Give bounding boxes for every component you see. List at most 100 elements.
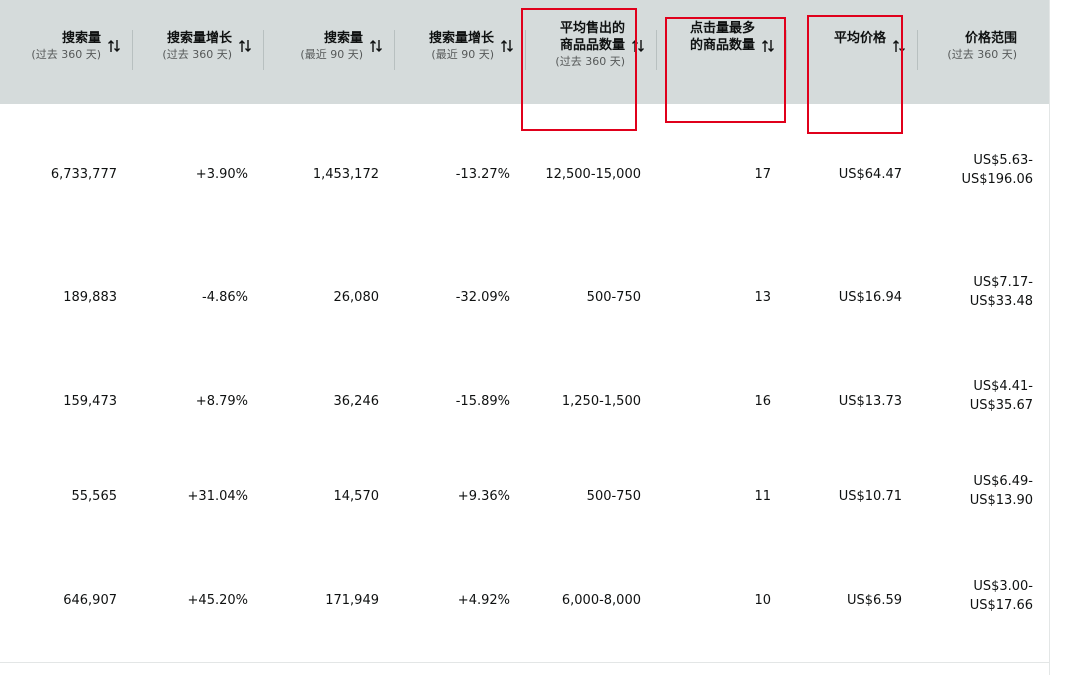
cell-price-range: US$7.17- US$33.48 <box>918 245 1049 349</box>
cell-search-growth-90: -13.27% <box>395 104 526 245</box>
header-title-line2: 的商品数量 <box>689 38 755 53</box>
cell-search-growth-90: -15.89% <box>395 349 526 453</box>
cell-avg-units-sold: 500-750 <box>526 453 657 539</box>
price-range-stack: US$4.41- US$35.67 <box>970 377 1033 415</box>
cell-price-range: US$3.00- US$17.66 <box>918 539 1049 662</box>
cell-value: US$64.47 <box>838 167 902 182</box>
right-gutter <box>1049 0 1080 675</box>
cell-value: -13.27% <box>455 167 510 182</box>
header-subtitle: (最近 90 天) <box>431 48 494 61</box>
table-row[interactable]: 646,907 +45.20% 171,949 +4.92% 6,000-8,000 10… <box>0 539 1049 663</box>
cell-avg-price: US$10.71 <box>787 453 918 539</box>
sort-arrows-icon[interactable] <box>761 38 775 54</box>
cell-search-volume-90: 36,246 <box>264 349 395 453</box>
cell-value: 36,246 <box>333 393 380 409</box>
price-range-high: US$13.90 <box>969 493 1033 508</box>
price-range-high: US$196.06 <box>961 171 1033 187</box>
table-row[interactable]: 6,733,777 +3.90% 1,453,172 -13.27% 12,500-15… <box>0 104 1049 246</box>
cell-value: 1,250-1,500 <box>561 393 641 409</box>
header-title: 价格范围 <box>964 31 1017 46</box>
cell-search-growth-360: +3.90% <box>133 104 264 245</box>
table-row[interactable]: 189,883 -4.86% 26,080 -32.09% 500-750 13 US$16… <box>0 245 1049 350</box>
header-title: 搜索量增长 <box>428 31 494 46</box>
header-cell-search-volume-360[interactable]: 搜索量 (过去 360 天) <box>0 0 133 104</box>
cell-search-volume-360: 6,733,777 <box>0 104 133 245</box>
header-title: 搜索量 <box>61 31 101 46</box>
price-range-stack: US$7.17- US$33.48 <box>970 273 1033 311</box>
cell-search-volume-90: 171,949 <box>264 539 395 662</box>
header-title-line2: 商品品数量 <box>559 38 625 53</box>
cell-search-growth-360: +45.20% <box>133 539 264 662</box>
header-cell-search-volume-90[interactable]: 搜索量 (最近 90 天) <box>264 0 395 104</box>
cell-top-clicked-count: 16 <box>657 349 787 453</box>
header-subtitle: (最近 90 天) <box>300 48 363 61</box>
cell-value: -4.86% <box>202 289 248 305</box>
header-subtitle: (过去 360 天) <box>555 55 625 68</box>
header-label: 点击量最多的商品数量 <box>690 20 755 54</box>
header-cell-search-growth-360[interactable]: 搜索量增长 (过去 360 天) <box>133 0 264 104</box>
cell-search-volume-90: 14,570 <box>264 453 395 539</box>
cell-value: 171,949 <box>325 593 379 608</box>
sort-arrows-icon[interactable] <box>369 38 383 54</box>
price-range-low: US$5.63- <box>973 152 1033 168</box>
cell-value: 26,080 <box>333 289 380 305</box>
header-title: 点击量最多 <box>689 21 755 36</box>
cell-search-volume-360: 189,883 <box>0 245 133 349</box>
cell-search-volume-360: 646,907 <box>0 539 133 662</box>
cell-search-growth-360: +31.04% <box>133 453 264 539</box>
cell-value: 500-750 <box>586 488 641 504</box>
header-label: 平均售出的商品品数量 (过去 360 天) <box>555 20 625 70</box>
table-row[interactable]: 55,565 +31.04% 14,570 +9.36% 500-750 11 US$10.… <box>0 453 1049 540</box>
price-range-low: US$4.41- <box>973 379 1033 394</box>
cell-top-clicked-count: 11 <box>657 453 787 539</box>
cell-avg-price: US$64.47 <box>787 104 918 245</box>
cell-search-volume-90: 1,453,172 <box>264 104 395 245</box>
sort-arrows-icon[interactable] <box>631 38 645 54</box>
header-title: 平均售出的 <box>559 21 625 36</box>
table-header: 搜索量 (过去 360 天) 搜索量增长 (过去 360 天) 搜索量 (最近 90 天)… <box>0 0 1049 104</box>
cell-value: +31.04% <box>187 488 248 504</box>
header-cell-search-growth-90[interactable]: 搜索量增长 (最近 90 天) <box>395 0 526 104</box>
header-title: 平均价格 <box>833 31 886 46</box>
header-subtitle: (过去 360 天) <box>947 48 1017 61</box>
cell-value: 6,000-8,000 <box>561 593 641 608</box>
price-range-stack: US$5.63- US$196.06 <box>961 151 1033 189</box>
cell-value: 159,473 <box>63 393 117 409</box>
cell-value: 11 <box>754 488 771 504</box>
cell-value: 500-750 <box>586 289 641 305</box>
cell-value: +9.36% <box>457 488 510 504</box>
cell-avg-units-sold: 6,000-8,000 <box>526 539 657 662</box>
header-cell-avg-price[interactable]: 平均价格 <box>787 0 918 104</box>
header-label: 搜索量增长 (最近 90 天) <box>429 30 494 63</box>
price-range-low: US$6.49- <box>973 474 1033 489</box>
cell-value: 55,565 <box>71 488 118 504</box>
header-cell-avg-units-sold[interactable]: 平均售出的商品品数量 (过去 360 天) <box>526 0 657 104</box>
table-row[interactable]: 159,473 +8.79% 36,246 -15.89% 1,250-1,500 16 U… <box>0 349 1049 454</box>
sort-arrows-icon[interactable] <box>892 38 906 54</box>
cell-value: 10 <box>754 593 771 608</box>
cell-top-clicked-count: 13 <box>657 245 787 349</box>
cell-value: 13 <box>754 289 771 305</box>
sort-arrows-icon[interactable] <box>238 38 252 54</box>
sort-arrows-icon[interactable] <box>500 38 514 54</box>
cell-value: 17 <box>754 167 771 182</box>
cell-price-range: US$4.41- US$35.67 <box>918 349 1049 453</box>
cell-value: US$6.59 <box>847 593 902 608</box>
price-range-stack: US$6.49- US$13.90 <box>970 472 1033 510</box>
header-title: 搜索量增长 <box>166 31 232 46</box>
header-title: 搜索量 <box>323 31 363 46</box>
cell-value: US$10.71 <box>838 488 902 504</box>
cell-avg-price: US$16.94 <box>787 245 918 349</box>
price-range-stack: US$3.00- US$17.66 <box>970 577 1033 615</box>
cell-value: US$16.94 <box>838 289 902 305</box>
cell-value: +45.20% <box>187 593 248 608</box>
header-cell-price-range[interactable]: 价格范围 (过去 360 天) <box>918 0 1049 104</box>
cell-search-volume-90: 26,080 <box>264 245 395 349</box>
cell-avg-price: US$13.73 <box>787 349 918 453</box>
price-range-high: US$35.67 <box>969 398 1033 413</box>
cell-value: +3.90% <box>195 167 248 182</box>
sort-arrows-icon[interactable] <box>107 38 121 54</box>
price-range-low: US$3.00- <box>973 578 1033 594</box>
header-cell-top-clicked-count[interactable]: 点击量最多的商品数量 <box>657 0 787 104</box>
header-subtitle: (过去 360 天) <box>162 48 232 61</box>
